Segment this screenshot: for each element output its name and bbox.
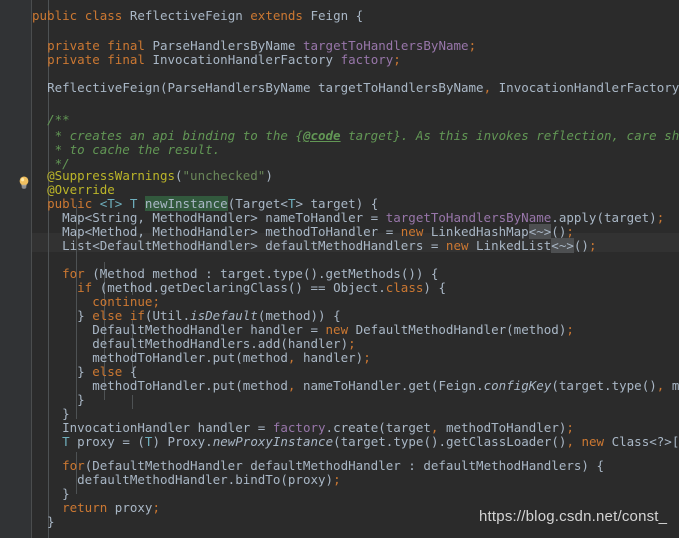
code-line: defaultMethodHandler.bindTo(proxy); (77, 472, 341, 487)
code-line: methodToHandler.put(method, nameToHandle… (92, 378, 679, 393)
lightbulb-intention-icon[interactable] (17, 175, 31, 190)
code-line: ReflectiveFeign(ParseHandlersByName targ… (47, 80, 679, 95)
code-line: private final InvocationHandlerFactory f… (47, 52, 401, 67)
editor-gutter[interactable] (0, 0, 31, 538)
watermark: https://blog.csdn.net/const_ (479, 508, 668, 525)
code-editor[interactable]: public class ReflectiveFeign extends Fei… (0, 0, 679, 538)
code-line: public class ReflectiveFeign extends Fei… (32, 8, 364, 23)
code-line: T proxy = (T) Proxy.newProxyInstance(tar… (62, 434, 679, 449)
code-text-area[interactable]: public class ReflectiveFeign extends Fei… (32, 0, 679, 538)
code-line: } (32, 514, 55, 529)
code-line: List<DefaultMethodHandler> defaultMethod… (62, 238, 597, 253)
